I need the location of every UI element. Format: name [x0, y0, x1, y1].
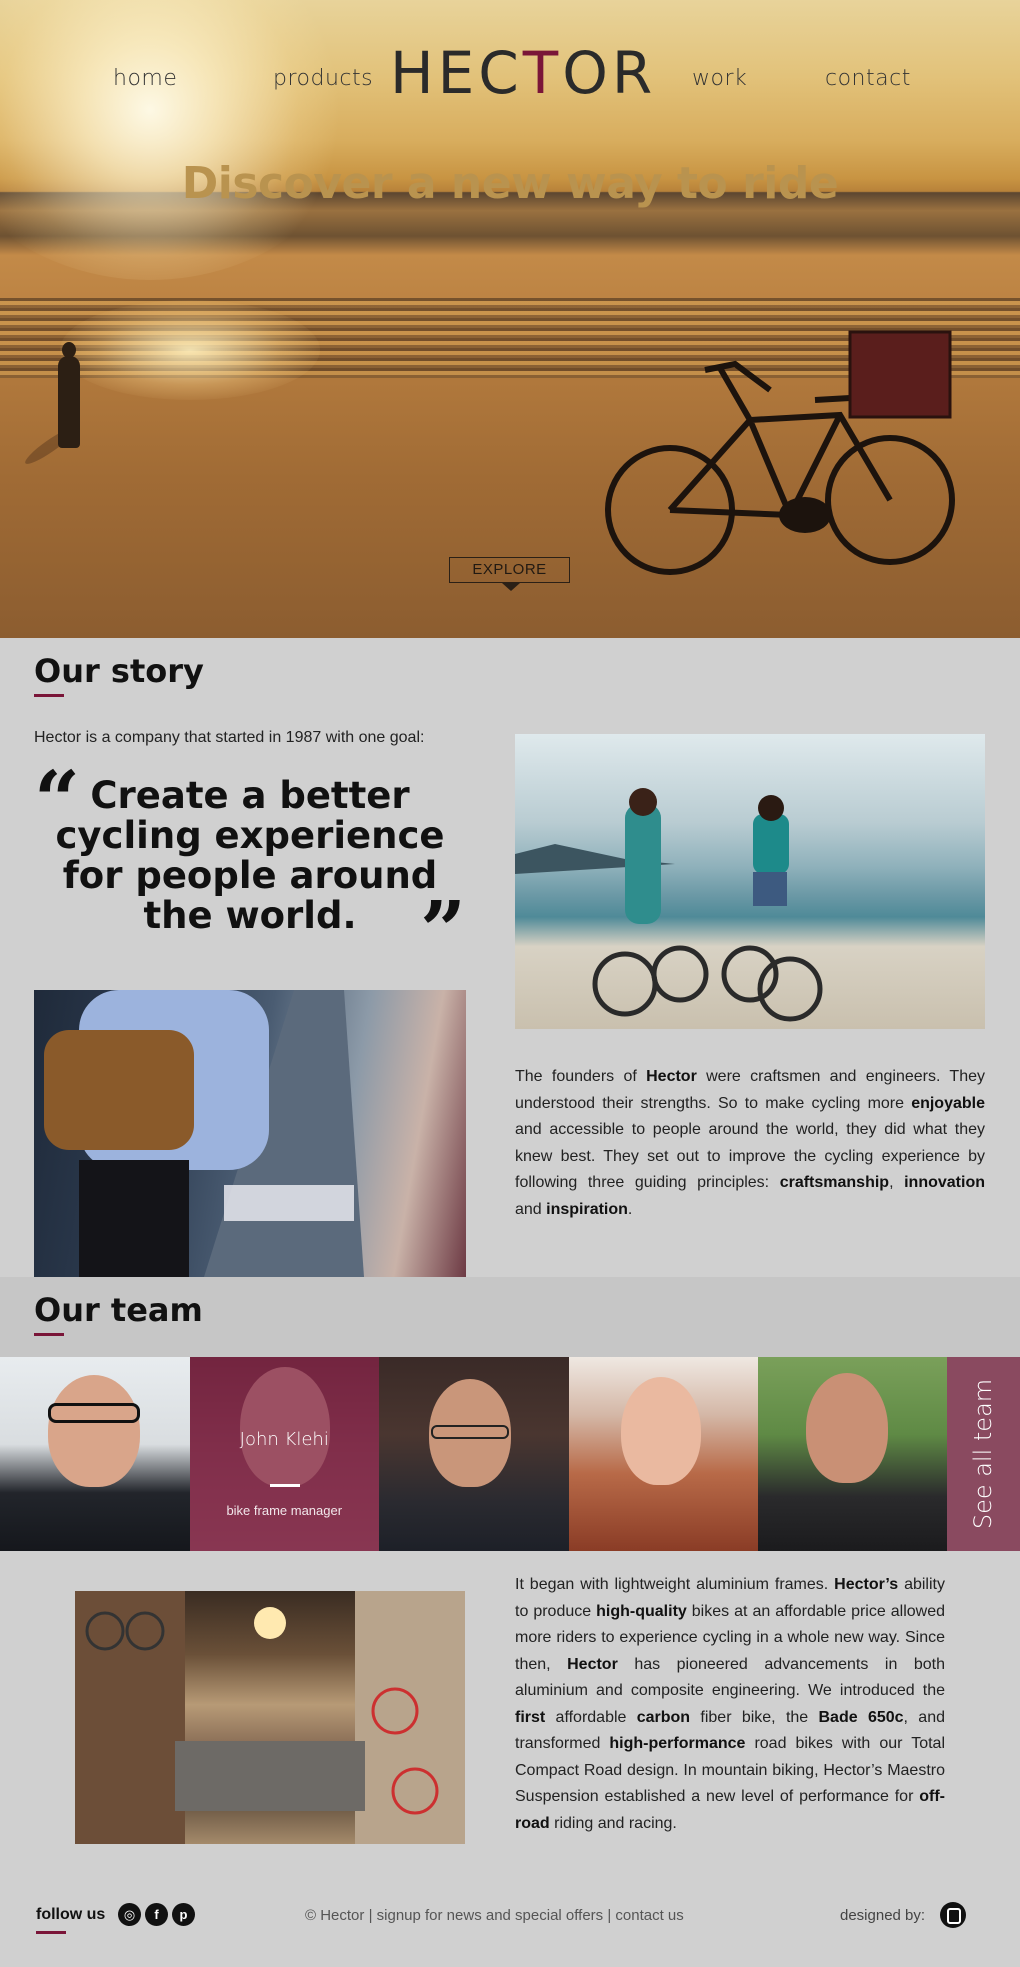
team-member-3[interactable]: [379, 1357, 569, 1551]
glasses-icon: [431, 1425, 509, 1439]
emphasis-text: innovation: [904, 1174, 985, 1191]
cyclist-photo-art: [44, 990, 364, 1277]
logo-accent-letter: T: [522, 39, 563, 107]
follow-us-label: follow us: [36, 1906, 106, 1923]
member-face: [806, 1373, 888, 1483]
history-paragraph: It began with lightweight aluminium fram…: [515, 1572, 945, 1837]
footer-separator: |: [603, 1907, 616, 1924]
emphasis-text: inspiration: [546, 1200, 628, 1218]
store-photo-art: [75, 1591, 465, 1844]
emphasis-text: Hector: [567, 1655, 618, 1673]
sun-reflection: [60, 300, 320, 400]
emphasis-text: enjoyable: [911, 1094, 985, 1112]
hector-logo[interactable]: HECTOR: [390, 39, 652, 107]
close-quote-icon: ”: [420, 883, 467, 977]
emphasis-text: Hector: [646, 1068, 697, 1085]
designed-by-label: designed by:: [840, 1907, 926, 1924]
signup-link[interactable]: signup for news and special offers: [377, 1907, 604, 1924]
team-title-underline: [34, 1333, 64, 1336]
footer-links: © Hector | signup for news and special o…: [305, 1907, 684, 1924]
team-member-2[interactable]: John Klehi bike frame manager: [189, 1357, 379, 1551]
nav-work[interactable]: work: [692, 66, 747, 91]
story-title: Our story: [34, 652, 204, 690]
body-text: .: [627, 1200, 633, 1218]
walking-person-silhouette: [58, 342, 80, 448]
body-text: and: [515, 1200, 547, 1218]
sun-glow: [0, 0, 360, 280]
body-text: affordable: [545, 1708, 637, 1726]
instagram-icon[interactable]: ◎: [118, 1903, 141, 1926]
nav-products[interactable]: products: [273, 66, 373, 91]
follow-underline: [36, 1931, 66, 1934]
emphasis-text: high-performance: [609, 1735, 746, 1752]
couple-bikes-beach-photo: [515, 734, 985, 1029]
member-role: bike frame manager: [226, 1503, 343, 1518]
logo-prefix: HEC: [390, 39, 523, 107]
facebook-icon[interactable]: f: [145, 1903, 168, 1926]
bike-store-photo: [75, 1591, 465, 1844]
explore-button[interactable]: EXPLORE: [449, 557, 570, 583]
member-face: [620, 1377, 701, 1485]
story-intro: Hector is a company that started in 1987…: [34, 729, 425, 746]
basket-box: [848, 330, 952, 419]
team-member-1[interactable]: [0, 1357, 190, 1551]
body-text: It began with lightweight aluminium fram…: [515, 1576, 835, 1593]
contact-us-link[interactable]: contact us: [615, 1907, 683, 1924]
team-photo-strip: John Klehi bike frame manager: [0, 1357, 1020, 1551]
member-name: John Klehi: [239, 1429, 329, 1450]
body-text: ,: [889, 1174, 905, 1191]
emphasis-text: Bade 650c: [818, 1708, 904, 1726]
emphasis-text: carbon: [636, 1708, 691, 1726]
nav-home[interactable]: home: [113, 66, 177, 91]
team-member-5[interactable]: [758, 1357, 948, 1551]
team-title: Our team: [34, 1291, 203, 1329]
city-cyclist-photo: [34, 990, 466, 1277]
emphasis-text: first: [515, 1708, 546, 1726]
emphasis-text: Hector’s: [834, 1576, 899, 1593]
member-face: [48, 1375, 140, 1487]
body-text: fiber bike, the: [690, 1708, 819, 1726]
member-divider: [269, 1484, 300, 1487]
member-hover-overlay: John Klehi bike frame manager: [189, 1357, 379, 1551]
story-title-underline: [34, 694, 64, 697]
emphasis-text: craftsmanship: [779, 1174, 890, 1191]
nav-contact[interactable]: contact: [825, 66, 911, 91]
see-all-team-label: See all team: [969, 1378, 997, 1530]
glasses-icon: [48, 1403, 140, 1423]
footer-separator: |: [364, 1907, 377, 1924]
logo-suffix: OR: [562, 39, 657, 107]
mission-quote: Create a better cycling experience for p…: [55, 774, 445, 937]
designer-logo-icon[interactable]: [940, 1902, 966, 1928]
emphasis-text: high-quality: [596, 1602, 687, 1620]
bicycle-silhouette: [605, 330, 955, 575]
body-text: The founders of: [515, 1068, 647, 1085]
couple-photo-art: [515, 788, 823, 1022]
copyright-text: © Hector: [305, 1907, 365, 1924]
team-member-4[interactable]: [568, 1357, 758, 1551]
hero-title: Discover a new way to ride: [181, 158, 839, 209]
body-text: riding and racing.: [549, 1814, 677, 1832]
see-all-team-button[interactable]: See all team: [947, 1357, 1020, 1551]
pinterest-icon[interactable]: p: [172, 1903, 195, 1926]
explore-down-arrow-icon[interactable]: [502, 583, 520, 591]
hero-banner: home products HECTOR work contact Discov…: [0, 0, 1020, 638]
story-paragraph: The founders of Hector were craftsmen an…: [515, 1064, 985, 1223]
